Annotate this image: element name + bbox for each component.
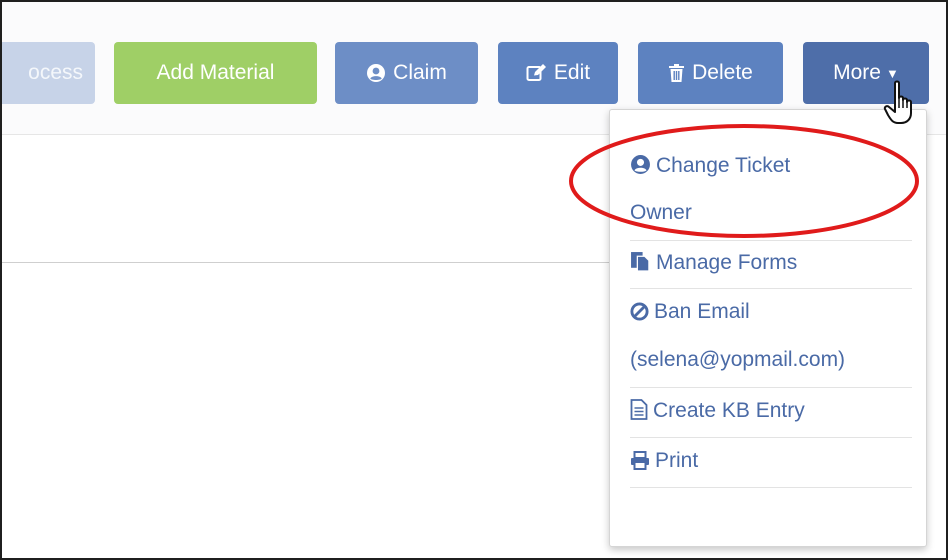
hand-cursor-icon xyxy=(883,80,912,124)
menu-item-manage-forms[interactable]: Manage Forms xyxy=(630,238,912,288)
caret-down-icon: ▼ xyxy=(885,65,899,81)
claim-button-label: Claim xyxy=(393,61,447,84)
user-circle-icon xyxy=(366,63,386,83)
process-button-label: ocess xyxy=(28,61,83,84)
edit-icon xyxy=(526,63,547,83)
claim-button[interactable]: Claim xyxy=(335,42,478,104)
add-material-button[interactable]: Add Material xyxy=(114,42,317,104)
edit-button[interactable]: Edit xyxy=(498,42,618,104)
menu-item-create-kb-entry[interactable]: Create KB Entry xyxy=(630,386,912,436)
menu-item-label-continued[interactable]: (selena@yopmail.com) xyxy=(630,335,912,385)
edit-button-label: Edit xyxy=(553,61,591,84)
document-icon xyxy=(630,399,648,420)
process-button[interactable]: ocess xyxy=(2,42,95,104)
menu-item-ban-email[interactable]: Ban Email xyxy=(630,287,912,337)
ban-icon xyxy=(630,302,649,321)
add-material-button-label: Add Material xyxy=(156,61,275,84)
delete-button-label: Delete xyxy=(692,61,753,84)
highlight-ellipse xyxy=(569,124,919,238)
menu-divider xyxy=(630,487,912,488)
print-icon xyxy=(630,451,650,470)
forms-icon xyxy=(630,251,651,272)
menu-item-print[interactable]: Print xyxy=(630,436,912,486)
menu-item-label: Ban Email xyxy=(654,300,750,323)
delete-button[interactable]: Delete xyxy=(638,42,783,104)
menu-item-label: Create KB Entry xyxy=(653,399,805,422)
menu-item-label: (selena@yopmail.com) xyxy=(630,348,846,371)
ticket-panel: ocess Add Material Claim Edit Delete Mor… xyxy=(0,0,948,560)
trash-icon xyxy=(668,63,685,83)
more-button-label: More xyxy=(833,61,881,84)
content-divider xyxy=(2,262,622,263)
menu-item-label: Print xyxy=(655,449,699,472)
menu-item-label: Manage Forms xyxy=(656,251,798,274)
